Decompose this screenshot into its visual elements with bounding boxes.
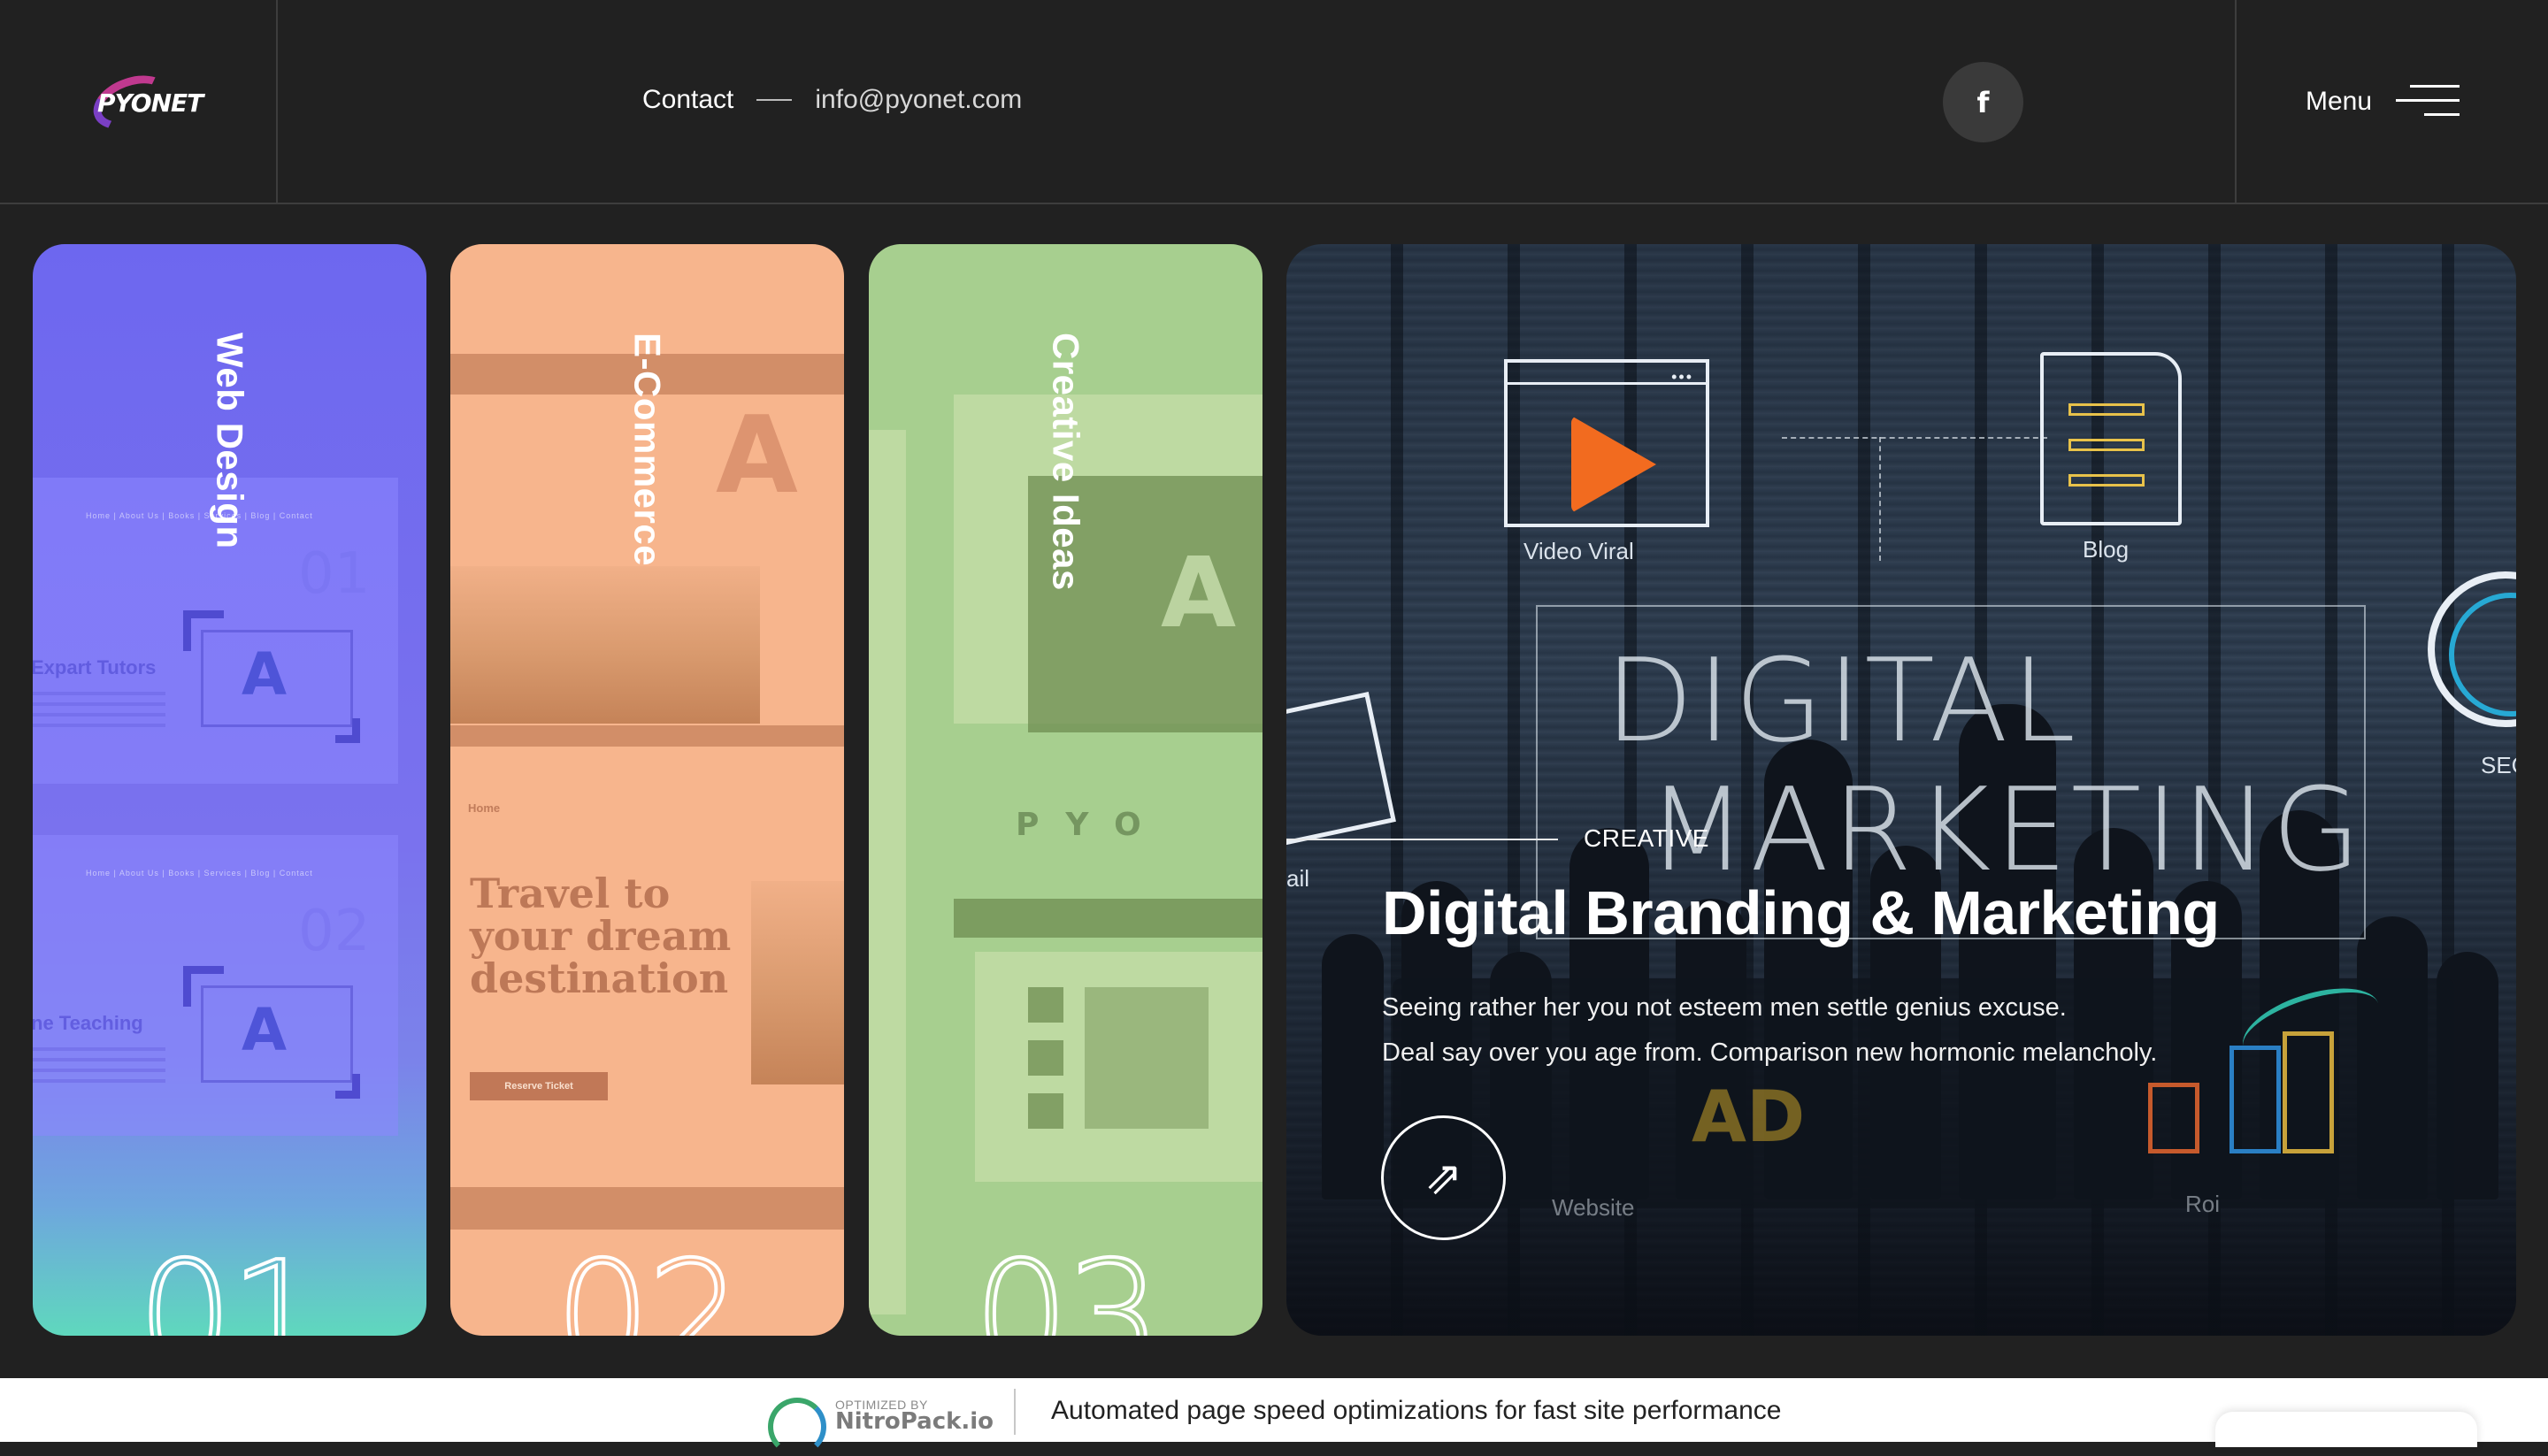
logo-cell: PYONET	[0, 0, 278, 203]
contact-info: Contact info@pyonet.com	[642, 85, 1022, 115]
arrow-up-right-icon: ⇗	[1424, 1151, 1463, 1205]
card-number: 01	[135, 1228, 326, 1336]
speed-gauge-icon	[768, 1398, 826, 1456]
blog-document-icon	[2040, 352, 2182, 525]
mock-nav-1: Home | About Us | Books | Services | Blo…	[86, 511, 313, 520]
mock-headline: Travel to your dream destination	[470, 870, 732, 1002]
mock-logo-icon: A	[242, 996, 288, 1064]
mock-heading-1: Expart Tutors	[33, 656, 157, 678]
card-number: 02	[553, 1228, 744, 1336]
service-card-e-commerce[interactable]: A Home Travel to your dream destination …	[450, 244, 844, 1336]
feature-arrow-button[interactable]: ⇗	[1381, 1115, 1506, 1240]
contact-divider	[756, 99, 793, 101]
website-label: Website	[1552, 1194, 1635, 1221]
nitropack-banner: OPTIMIZED BY NitroPack.io Automated page…	[0, 1378, 2548, 1456]
menu-label[interactable]: Menu	[2306, 87, 2372, 117]
facebook-button[interactable]: f	[1943, 62, 2023, 142]
creative-divider	[1286, 839, 1558, 840]
mock-thumb	[1028, 1093, 1063, 1129]
mock-bar-bottom	[450, 1187, 844, 1230]
play-icon	[1571, 416, 1656, 513]
service-card-web-design[interactable]: Home | About Us | Books | Services | Blo…	[33, 244, 426, 1336]
contact-label: Contact	[642, 85, 734, 114]
mock-mountain-image	[450, 566, 760, 724]
mock-brand-text: PYO	[1016, 807, 1168, 843]
blog-label: Blog	[2083, 536, 2130, 563]
mock-bar-mid	[450, 725, 844, 747]
digital-word: DIGITAL	[1605, 633, 2080, 768]
feature-title: Digital Branding & Marketing	[1382, 878, 2220, 947]
contact-email-link[interactable]: info@pyonet.com	[815, 85, 1022, 115]
banner-divider	[1014, 1389, 1016, 1435]
hamburger-menu-icon[interactable]	[2396, 85, 2460, 117]
feature-description-line: Seeing rather her you not esteem men set…	[1382, 993, 2067, 1022]
mock-text-lines-1	[33, 692, 165, 734]
mock-logo-icon: A	[1161, 536, 1237, 649]
dashed-connector	[1782, 437, 2047, 439]
mock-logo-frame-2: A	[183, 966, 360, 1099]
video-viral-graphic: •••	[1504, 359, 1709, 527]
mock-left-strip	[869, 430, 906, 1314]
site-logo[interactable]: PYONET	[85, 65, 203, 140]
mock-text-lines-2	[33, 1047, 165, 1090]
mock-thumb	[1028, 1040, 1063, 1076]
card-title: Creative Ideas	[1045, 333, 1087, 591]
mock-logo-icon: A	[242, 640, 288, 709]
site-header: PYONET Contact info@pyonet.com f Menu	[0, 0, 2548, 204]
facebook-icon: f	[1976, 85, 1990, 119]
mock-number-2: 02	[298, 899, 371, 964]
video-viral-label: Video Viral	[1523, 538, 1634, 564]
mock-nav-2: Home | About Us | Books | Services | Blo…	[86, 869, 313, 877]
feature-description: Seeing rather her you not esteem men set…	[1382, 985, 2157, 1076]
mock-dark-bar	[954, 899, 1262, 938]
card-title: E-Commerce	[626, 333, 669, 567]
feature-description-line: Deal say over you age from. Comparison n…	[1382, 1038, 2158, 1067]
mock-thumb	[1028, 987, 1063, 1023]
seo-label: SEC	[2481, 752, 2516, 778]
mock-side-image	[751, 881, 844, 1084]
roi-label: Roi	[2185, 1191, 2221, 1217]
dashed-connector	[1879, 437, 1881, 561]
mock-logo-frame-1: A	[183, 610, 360, 743]
mock-grid	[1085, 987, 1209, 1129]
mock-reserve-button: Reserve Ticket	[470, 1072, 608, 1100]
nitropack-brand: NitroPack.io	[835, 1408, 994, 1435]
nitropack-logo[interactable]: OPTIMIZED BY NitroPack.io	[764, 1387, 1012, 1456]
card-title: Web Design	[209, 333, 251, 549]
logo-text: PYONET	[97, 88, 203, 118]
feature-label: CREATIVE	[1584, 824, 1709, 852]
ad-graphic: AD	[1692, 1076, 1806, 1158]
banner-message: Automated page speed optimizations for f…	[1051, 1396, 1782, 1425]
menu-cell: Menu	[2235, 0, 2548, 203]
service-card-creative-ideas[interactable]: A PYO Creative Ideas 03	[869, 244, 1262, 1336]
mock-home-link: Home	[468, 801, 501, 815]
mock-heading-2: ne Teaching	[33, 1012, 143, 1034]
mock-number-1: 01	[298, 541, 371, 607]
mock-logo-icon: A	[716, 395, 798, 517]
card-number: 03	[971, 1228, 1163, 1336]
banner-tab[interactable]	[2215, 1412, 2477, 1447]
feature-card-digital-marketing: ••• Video Viral Blog DIGITAL MARKETING S…	[1286, 244, 2516, 1336]
mail-label: ail	[1286, 865, 1310, 892]
